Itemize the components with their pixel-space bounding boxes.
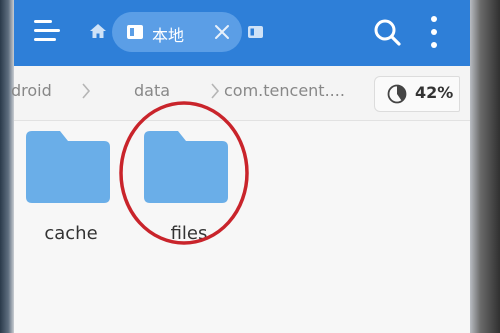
app-bar: 本地 xyxy=(14,0,470,66)
close-icon[interactable] xyxy=(212,22,232,42)
tab-label: 本地 xyxy=(152,26,185,45)
document-tab-icon[interactable] xyxy=(247,25,265,39)
red-annotation-circle xyxy=(119,101,249,245)
folder-icon xyxy=(26,131,110,203)
search-icon[interactable] xyxy=(372,17,402,47)
home-icon[interactable] xyxy=(89,22,107,40)
phone-bezel-left xyxy=(0,0,14,333)
screenshot-stage: 本地 droid data com.tencent.... 42% cache … xyxy=(0,0,500,333)
pie-chart-icon xyxy=(387,84,407,104)
chevron-right-icon xyxy=(211,83,220,99)
phone-bezel-right xyxy=(470,0,500,333)
file-grid: cache files xyxy=(14,101,470,333)
chevron-right-icon xyxy=(82,83,91,99)
more-vertical-icon[interactable] xyxy=(426,15,442,49)
breadcrumb-item-android[interactable]: droid xyxy=(11,81,52,100)
tab-local[interactable]: 本地 xyxy=(112,12,242,52)
storage-percent: 42% xyxy=(415,83,454,102)
folder-name: cache xyxy=(44,223,98,244)
hamburger-menu-icon[interactable] xyxy=(34,20,60,42)
storage-usage-badge[interactable]: 42% xyxy=(374,76,460,112)
breadcrumb-item-com-tencent[interactable]: com.tencent.... xyxy=(224,81,345,100)
breadcrumb-item-data[interactable]: data xyxy=(134,81,170,100)
document-tab-icon xyxy=(127,25,143,39)
